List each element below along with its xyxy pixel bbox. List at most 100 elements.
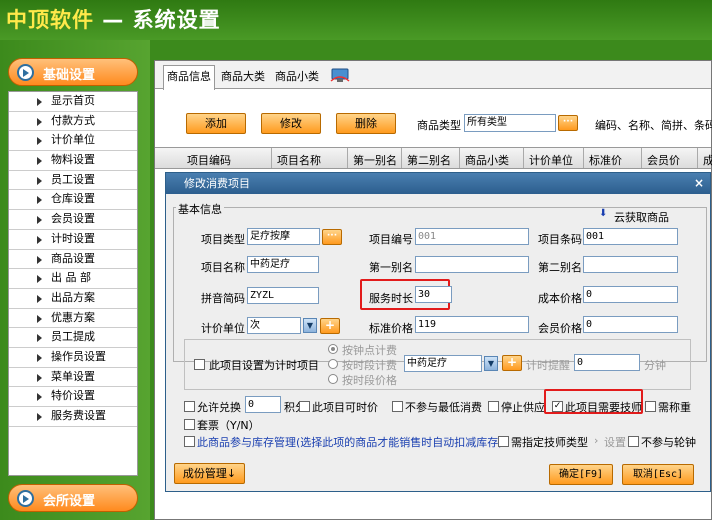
sidebar-menu-item-label: 员工设置 <box>51 172 95 186</box>
arrow-right-icon <box>37 255 42 264</box>
column-divider <box>401 148 402 168</box>
radio-period-price[interactable] <box>328 374 338 384</box>
type-select[interactable]: 所有类型 <box>464 114 556 132</box>
timed-checkbox[interactable] <box>194 359 205 370</box>
sidebar-menu-item[interactable]: 员工设置 <box>9 171 137 191</box>
monitor-refresh-icon[interactable] <box>329 67 351 83</box>
grid-column-header[interactable]: 标准价 <box>589 152 622 168</box>
pinyin-field[interactable]: ZYZL <box>247 287 319 304</box>
play-icon <box>17 490 34 507</box>
timing-project-select[interactable]: 中药足疗 <box>404 355 482 372</box>
close-icon[interactable]: × <box>694 173 704 194</box>
need-weigh-checkbox[interactable] <box>645 401 656 412</box>
tab-product-category[interactable]: 商品大类 <box>221 68 265 84</box>
sidebar-menu-item[interactable]: 出品方案 <box>9 289 137 309</box>
add-button[interactable]: 添加 <box>186 113 246 134</box>
sidebar-menu-item[interactable]: 菜单设置 <box>9 368 137 388</box>
section-basic-settings[interactable]: 基础设置 <box>8 58 138 86</box>
type-picker-button[interactable]: ··· <box>558 115 578 131</box>
grid-column-header[interactable]: 第二别名 <box>407 152 451 168</box>
sidebar-menu-item[interactable]: 计时设置 <box>9 230 137 250</box>
std-price-field[interactable]: 119 <box>415 316 529 333</box>
inventory-checkbox[interactable] <box>184 436 195 447</box>
radio-by-period[interactable] <box>328 359 338 369</box>
arrow-right-icon <box>37 196 42 205</box>
column-divider <box>583 148 584 168</box>
group-title: 基本信息 <box>176 201 224 217</box>
arrow-right-icon <box>37 137 42 146</box>
item-code-field[interactable]: 001 <box>415 228 529 245</box>
stop-supply-label: 停止供应 <box>501 401 545 414</box>
member-price-field[interactable]: 0 <box>583 316 678 333</box>
sidebar-menu: 显示首页 付款方式 计价单位 物料设置 员工设置仓库设置 会员设置 计时设置 商品设置出 品 … <box>8 91 138 476</box>
radio-period-price-label: 按时段价格 <box>342 374 397 387</box>
radio-by-clock[interactable] <box>328 344 338 354</box>
sidebar-menu-item[interactable]: 优惠方案 <box>9 309 137 329</box>
sidebar-menu-item[interactable]: 出 品 部 <box>9 269 137 289</box>
ok-button[interactable]: 确定[F9] <box>549 464 613 485</box>
grid-column-header[interactable]: 成 <box>703 152 712 168</box>
cloud-fetch-link[interactable]: 云获取商品 <box>614 209 669 225</box>
sidebar-menu-item[interactable]: 物料设置 <box>9 151 137 171</box>
unit-select[interactable]: 次 <box>247 317 301 334</box>
column-divider <box>347 148 348 168</box>
invoice-checkbox[interactable] <box>184 419 195 430</box>
barcode-field[interactable]: 001 <box>583 228 678 245</box>
alias2-field[interactable] <box>583 256 678 273</box>
component-management-button[interactable]: 成份管理↓ <box>174 463 245 484</box>
grid-column-header[interactable]: 项目编码 <box>187 152 231 168</box>
edit-button[interactable]: 修改 <box>261 113 321 134</box>
allow-timed-checkbox[interactable] <box>299 401 310 412</box>
tech-type-checkbox[interactable] <box>498 436 509 447</box>
cancel-button[interactable]: 取消[Esc] <box>622 464 694 485</box>
timing-add-button[interactable]: + <box>502 355 522 371</box>
chevron-down-icon[interactable]: ▼ <box>303 318 317 333</box>
sidebar-menu-item[interactable]: 员工提成 <box>9 328 137 348</box>
sidebar-menu-item[interactable]: 付款方式 <box>9 112 137 132</box>
grid-column-header[interactable]: 商品小类 <box>465 152 509 168</box>
item-name-field[interactable]: 中药足疗 <box>247 256 319 273</box>
exchange-points-field[interactable]: 0 <box>245 396 281 413</box>
sidebar-menu-item-label: 优惠方案 <box>51 310 95 324</box>
sidebar-menu-item[interactable]: 会员设置 <box>9 210 137 230</box>
sidebar-menu-item[interactable]: 仓库设置 <box>9 190 137 211</box>
sidebar-menu-item[interactable]: 商品设置 <box>9 250 137 270</box>
tab-product-info[interactable]: 商品信息 <box>163 65 215 90</box>
grid-column-header[interactable]: 计价单位 <box>529 152 573 168</box>
need-tech-checkbox[interactable]: ✓ <box>552 401 563 412</box>
duration-field[interactable]: 30 <box>415 286 452 303</box>
stop-supply-checkbox[interactable] <box>488 401 499 412</box>
no-min-spend-checkbox[interactable] <box>392 401 403 412</box>
item-type-picker-button[interactable]: ··· <box>322 229 342 245</box>
no-rotate-checkbox[interactable] <box>628 436 639 447</box>
allow-timed-label: 此项目可时价 <box>312 401 378 414</box>
grid-column-header[interactable]: 项目名称 <box>277 152 321 168</box>
tab-bar: 商品信息 商品大类 商品小类 <box>155 61 711 90</box>
unit-add-button[interactable]: + <box>320 318 340 334</box>
section-club-label: 会所设置 <box>43 494 96 509</box>
cloud-download-icon[interactable]: ⬇ <box>599 208 607 219</box>
column-divider <box>523 148 524 168</box>
sidebar-menu-item[interactable]: 显示首页 <box>9 92 137 112</box>
sidebar-menu-item[interactable]: 计价单位 <box>9 131 137 152</box>
delete-button[interactable]: 删除 <box>336 113 396 134</box>
tab-product-subcategory[interactable]: 商品小类 <box>275 68 319 84</box>
allow-exchange-label: 允许兑换 <box>197 401 241 414</box>
allow-exchange-checkbox[interactable] <box>184 401 195 412</box>
sidebar-menu-item[interactable]: 特价设置 <box>9 387 137 407</box>
cost-field[interactable]: 0 <box>583 286 678 303</box>
remind-field[interactable]: 0 <box>574 354 640 371</box>
alias1-field[interactable] <box>415 256 529 273</box>
chevron-down-icon[interactable]: ▼ <box>484 356 498 371</box>
item-type-field[interactable]: 足疗按摩 <box>247 228 320 245</box>
arrow-right-icon <box>37 117 42 126</box>
sidebar-menu-item[interactable]: 操作员设置 <box>9 348 137 368</box>
invoice-label: 套票（Y/N） <box>197 419 260 432</box>
arrow-right-icon <box>37 157 42 166</box>
section-club-settings[interactable]: 会所设置 <box>8 484 138 512</box>
grid-column-header[interactable]: 第一别名 <box>353 152 397 168</box>
grid-column-header[interactable]: 会员价 <box>647 152 680 168</box>
sidebar-menu-item[interactable]: 服务费设置 <box>9 407 137 427</box>
sidebar-menu-item-label: 出品方案 <box>51 290 95 304</box>
settings-link[interactable]: 设置 <box>604 434 626 450</box>
